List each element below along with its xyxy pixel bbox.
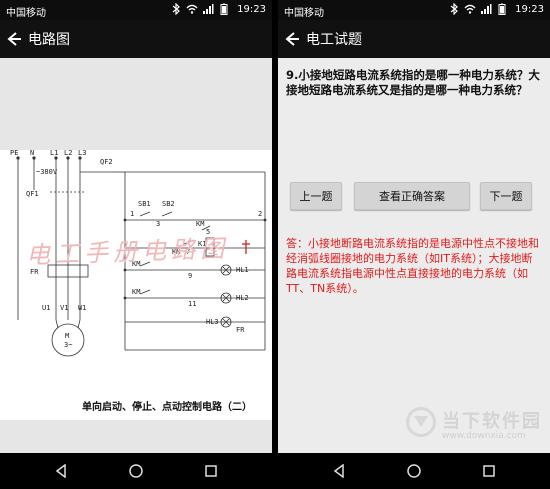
back-arrow-icon[interactable] xyxy=(280,27,304,51)
bluetooth-icon xyxy=(172,3,180,15)
brand-logo-icon xyxy=(406,407,436,437)
label-node-1: 1 xyxy=(130,210,134,218)
status-bar: 中国移动 19:23 xyxy=(278,0,550,20)
nav-home-icon[interactable] xyxy=(404,461,424,481)
label-l2: L2 xyxy=(64,150,72,157)
status-icons xyxy=(448,3,508,15)
label-n: N xyxy=(30,150,34,157)
label-hl1: HL1 xyxy=(236,266,249,274)
label-u1: U1 xyxy=(42,304,50,312)
circuit-diagram[interactable]: PE N L1 L2 L3 ~380V QF1 QF2 FR U1 V1 W1 … xyxy=(0,150,272,420)
answer-text: 答：小接地断路电流系统指的是电源中性点不接地和经消弧线圈接地的电力系统（如IT系… xyxy=(286,237,539,295)
page-title: 电工试题 xyxy=(306,32,362,48)
label-w1: W1 xyxy=(78,304,86,312)
quiz-view: 9.小接地短路电流系统指的是哪一种电力系统？大接地短路电流系统又是指的是哪一种电… xyxy=(278,58,550,453)
back-arrow-icon[interactable] xyxy=(2,27,26,51)
next-question-button[interactable]: 下一题 xyxy=(480,182,532,210)
label-qf1: QF1 xyxy=(26,190,39,198)
previous-question-button[interactable]: 上一题 xyxy=(290,182,342,210)
label-hl3: HL3 xyxy=(206,318,219,326)
nav-back-icon[interactable] xyxy=(51,461,71,481)
label-pe: PE xyxy=(10,150,18,157)
status-icons xyxy=(170,3,230,15)
label-km-contact: KM xyxy=(196,220,204,228)
clock: 19:23 xyxy=(515,4,544,15)
show-answer-button[interactable]: 查看正确答案 xyxy=(354,182,470,210)
battery-icon xyxy=(498,3,506,15)
carrier-label: 中国移动 xyxy=(284,8,324,19)
label-voltage: ~380V xyxy=(36,168,58,176)
nav-bar xyxy=(278,453,550,489)
label-l1: L1 xyxy=(50,150,58,157)
question-text: 9.小接地短路电流系统指的是哪一种电力系统？大接地短路电流系统又是指的是哪一种电… xyxy=(286,68,540,97)
app-bar: 电工试题 xyxy=(278,20,550,58)
label-l3: L3 xyxy=(78,150,86,157)
label-node-3: 3 xyxy=(156,220,160,228)
label-sb1: SB1 xyxy=(138,200,151,208)
wifi-icon xyxy=(464,4,476,14)
clock: 19:23 xyxy=(237,4,266,15)
circuit-view: PE N L1 L2 L3 ~380V QF1 QF2 FR U1 V1 W1 … xyxy=(0,58,272,453)
label-v1: V1 xyxy=(60,304,68,312)
nav-bar xyxy=(0,453,272,489)
brand-watermark: 当下软件园 www.downxia.com xyxy=(398,401,548,453)
label-hl2: HL2 xyxy=(236,294,249,302)
label-km-3: KM xyxy=(132,288,140,296)
left-phone-screen: 中国移动 19:23 电路图 PE N L1 L2 L3 ~380V QF1 Q… xyxy=(0,0,272,489)
diagram-caption: 单向启动、停止、点动控制电路（二） xyxy=(82,402,252,413)
circuit-schematic: PE N L1 L2 L3 ~380V QF1 QF2 FR U1 V1 W1 … xyxy=(10,150,267,357)
label-node-9: 9 xyxy=(188,272,192,280)
label-qf2: QF2 xyxy=(100,158,113,166)
page-title: 电路图 xyxy=(28,32,70,48)
signal-icon xyxy=(481,4,492,14)
wifi-icon xyxy=(186,4,198,14)
nav-recents-icon[interactable] xyxy=(201,461,221,481)
nav-home-icon[interactable] xyxy=(126,461,146,481)
right-phone-screen: 中国移动 19:23 电工试题 9.小接地短路电流系统指的是哪一种电力系统？大接… xyxy=(278,0,550,489)
signal-icon xyxy=(203,4,214,14)
bluetooth-icon xyxy=(450,3,458,15)
label-node-2: 2 xyxy=(258,210,262,218)
label-motor: M xyxy=(65,332,69,340)
status-bar: 中国移动 19:23 xyxy=(0,0,272,20)
app-bar: 电路图 xyxy=(0,20,272,58)
label-node-11: 11 xyxy=(188,300,196,308)
nav-back-icon[interactable] xyxy=(329,461,349,481)
label-fr-contact: FR xyxy=(236,326,245,334)
brand-name: 当下软件园 xyxy=(442,411,542,432)
brand-url: www.downxia.com xyxy=(442,431,526,441)
nav-recents-icon[interactable] xyxy=(479,461,499,481)
carrier-label: 中国移动 xyxy=(6,8,46,19)
label-sb2: SB2 xyxy=(162,200,175,208)
label-motor-phase: 3~ xyxy=(64,341,72,349)
battery-icon xyxy=(220,3,228,15)
diagram-watermark: 电工手册电路图 xyxy=(25,234,230,270)
